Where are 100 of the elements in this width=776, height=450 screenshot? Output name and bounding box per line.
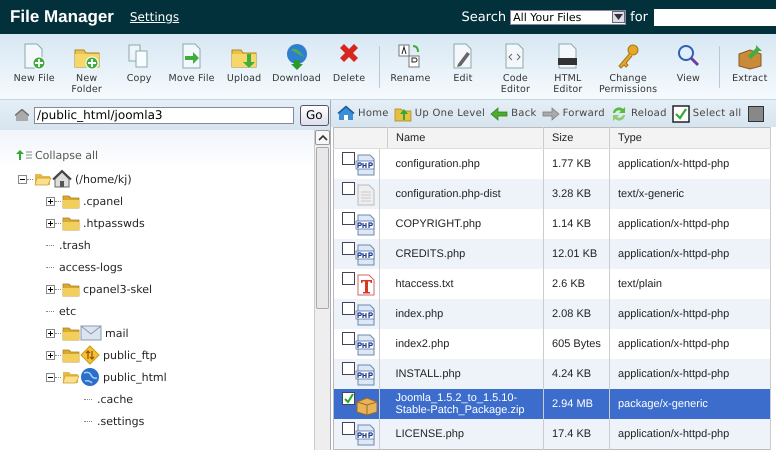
collapse-all-icon [16,149,32,161]
file-name: configuration.php-dist [388,179,544,209]
expand-toggle-icon[interactable] [46,218,55,228]
expand-toggle-icon[interactable] [46,350,55,360]
tree-item[interactable]: .cache [97,392,134,406]
tree-item[interactable]: public_html [103,370,167,384]
file-size: 17.4 KB [544,419,610,450]
upload-button[interactable]: Upload [226,73,262,84]
php-file-icon [355,333,377,357]
path-field[interactable]: /public_html/joomla3 [34,106,294,124]
house-icon [337,104,355,122]
php-file-icon [355,423,377,447]
column-header: Name [388,128,544,148]
scroll-thumb[interactable] [316,147,329,309]
expand-toggle-icon[interactable] [46,284,55,294]
file-type: application/x-httpd-php [610,299,770,329]
tree-item[interactable]: .settings [97,414,144,428]
newfolder-button[interactable]: New Folder [60,73,113,95]
tree-item[interactable]: etc [59,304,76,318]
perms-button[interactable]: Change Permissions [594,73,662,95]
for-label: for [630,10,648,24]
file-name: index.php [388,299,544,329]
file-type: application/x-httpd-php [610,239,770,269]
file-size: 12.01 KB [544,239,610,269]
html-button[interactable]: HTML Editor [542,73,594,95]
back-arrow-icon [490,104,508,122]
file-name: CREDITS.php [388,239,544,269]
up-button[interactable]: Up One Level [414,108,486,119]
row-checkbox[interactable] [342,422,355,435]
row-checkbox[interactable] [342,242,355,255]
collapse-toggle-icon[interactable] [18,174,27,184]
row-checkbox[interactable] [342,332,355,345]
file-type: application/x-httpd-php [610,419,770,450]
folder-icon [62,347,80,363]
file-row[interactable]: index.php 2.08 KB application/x-httpd-php [334,299,770,329]
forward-button[interactable]: Forward [562,108,605,119]
settings-link[interactable]: Settings [130,10,180,24]
code-button[interactable]: Code Editor [489,73,542,95]
column-header [334,128,388,148]
file-row[interactable]: Joomla_1.5.2_to_1.5.10-Stable-Patch_Package.zip 2.94 MB package/x-generic [334,389,770,419]
row-checkbox[interactable] [342,362,355,375]
forward-arrow-icon [542,104,560,122]
row-checkbox[interactable] [342,302,355,315]
folder-icon [62,281,80,297]
download-button[interactable]: Download [272,73,321,84]
tree-item[interactable]: .trash [59,238,91,252]
back-button[interactable]: Back [511,108,537,119]
tree-item[interactable]: .cpanel [83,194,124,208]
tree-item[interactable]: access-logs [59,260,123,274]
view-button[interactable]: View [676,73,700,84]
folder-icon [62,325,80,341]
reload-button[interactable]: Reload [630,108,667,119]
app-title: File Manager [10,7,114,27]
home-icon [15,108,29,122]
dropdown-arrow-icon [612,11,626,23]
php-file-icon [355,213,377,237]
edit-button[interactable]: Edit [453,73,473,84]
move-button[interactable]: Move File [168,73,215,84]
file-row[interactable]: CREDITS.php 12.01 KB application/x-httpd-php [334,239,770,269]
selectall-button[interactable]: Select all [692,108,742,119]
collapse-toggle-icon[interactable] [46,372,55,382]
search-label: Search [461,10,506,24]
row-checkbox[interactable] [342,272,355,285]
tree-item[interactable]: (/home/kj) [75,172,132,186]
scrollbar[interactable] [314,130,330,450]
checkbox-icon [672,104,690,122]
expand-toggle-icon[interactable] [46,196,55,206]
unselect-all-box[interactable] [748,106,764,122]
file-type: text/x-generic [610,179,770,209]
tree-item[interactable]: public_ftp [103,348,157,362]
home-button[interactable]: Home [358,108,389,119]
tree-item[interactable]: cpanel3-skel [83,282,152,296]
file-size: 3.28 KB [544,179,610,209]
open-folder-icon [34,171,52,187]
tree-item[interactable]: .htpasswds [83,216,145,230]
search-field[interactable] [654,8,776,26]
row-checkbox[interactable] [342,392,355,405]
row-checkbox[interactable] [342,152,355,165]
delete-button[interactable]: Delete [332,73,366,84]
search-scope-dropdown[interactable]: All Your Files [510,10,626,24]
extract-button[interactable]: Extract [732,73,768,84]
document-icon [355,183,377,207]
transfer-icon [80,345,100,365]
go-button[interactable]: Go [300,104,329,126]
file-row[interactable]: INSTALL.php 4.24 KB application/x-httpd-php [334,359,770,389]
file-size: 2.08 KB [544,299,610,329]
file-row[interactable]: configuration.php-dist 3.28 KB text/x-generic [334,179,770,209]
collapse-all-link[interactable]: Collapse all [35,148,98,162]
php-file-icon [355,153,377,177]
row-checkbox[interactable] [342,212,355,225]
php-file-icon [355,363,377,387]
rename-button[interactable]: Rename [390,73,431,84]
row-checkbox[interactable] [342,182,355,195]
text-file-icon [355,273,377,297]
scroll-up-icon[interactable] [315,130,330,145]
expand-toggle-icon[interactable] [46,328,55,338]
tree-item[interactable]: mail [105,326,129,340]
file-row[interactable]: LICENSE.php 17.4 KB application/x-httpd-php [334,419,770,450]
newfile-button[interactable]: New File [14,73,55,84]
copy-button[interactable]: Copy [126,73,152,84]
